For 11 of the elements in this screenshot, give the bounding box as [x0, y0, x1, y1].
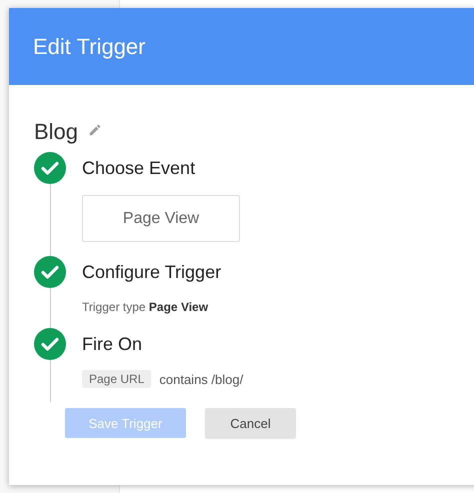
- event-button[interactable]: Page View: [82, 195, 240, 242]
- cancel-button[interactable]: Cancel: [205, 408, 296, 438]
- step-title: Choose Event: [82, 157, 196, 180]
- pencil-icon[interactable]: [88, 123, 102, 137]
- step-title: Configure Trigger: [82, 261, 222, 284]
- step-title: Fire On: [82, 333, 142, 356]
- trigger-type-text: Trigger type Page View: [82, 300, 208, 314]
- trigger-name: Blog: [34, 119, 78, 145]
- dialog-title: Edit Trigger: [33, 34, 146, 60]
- variable-chip: Page URL: [82, 370, 152, 388]
- condition-text: contains /blog/: [159, 372, 244, 386]
